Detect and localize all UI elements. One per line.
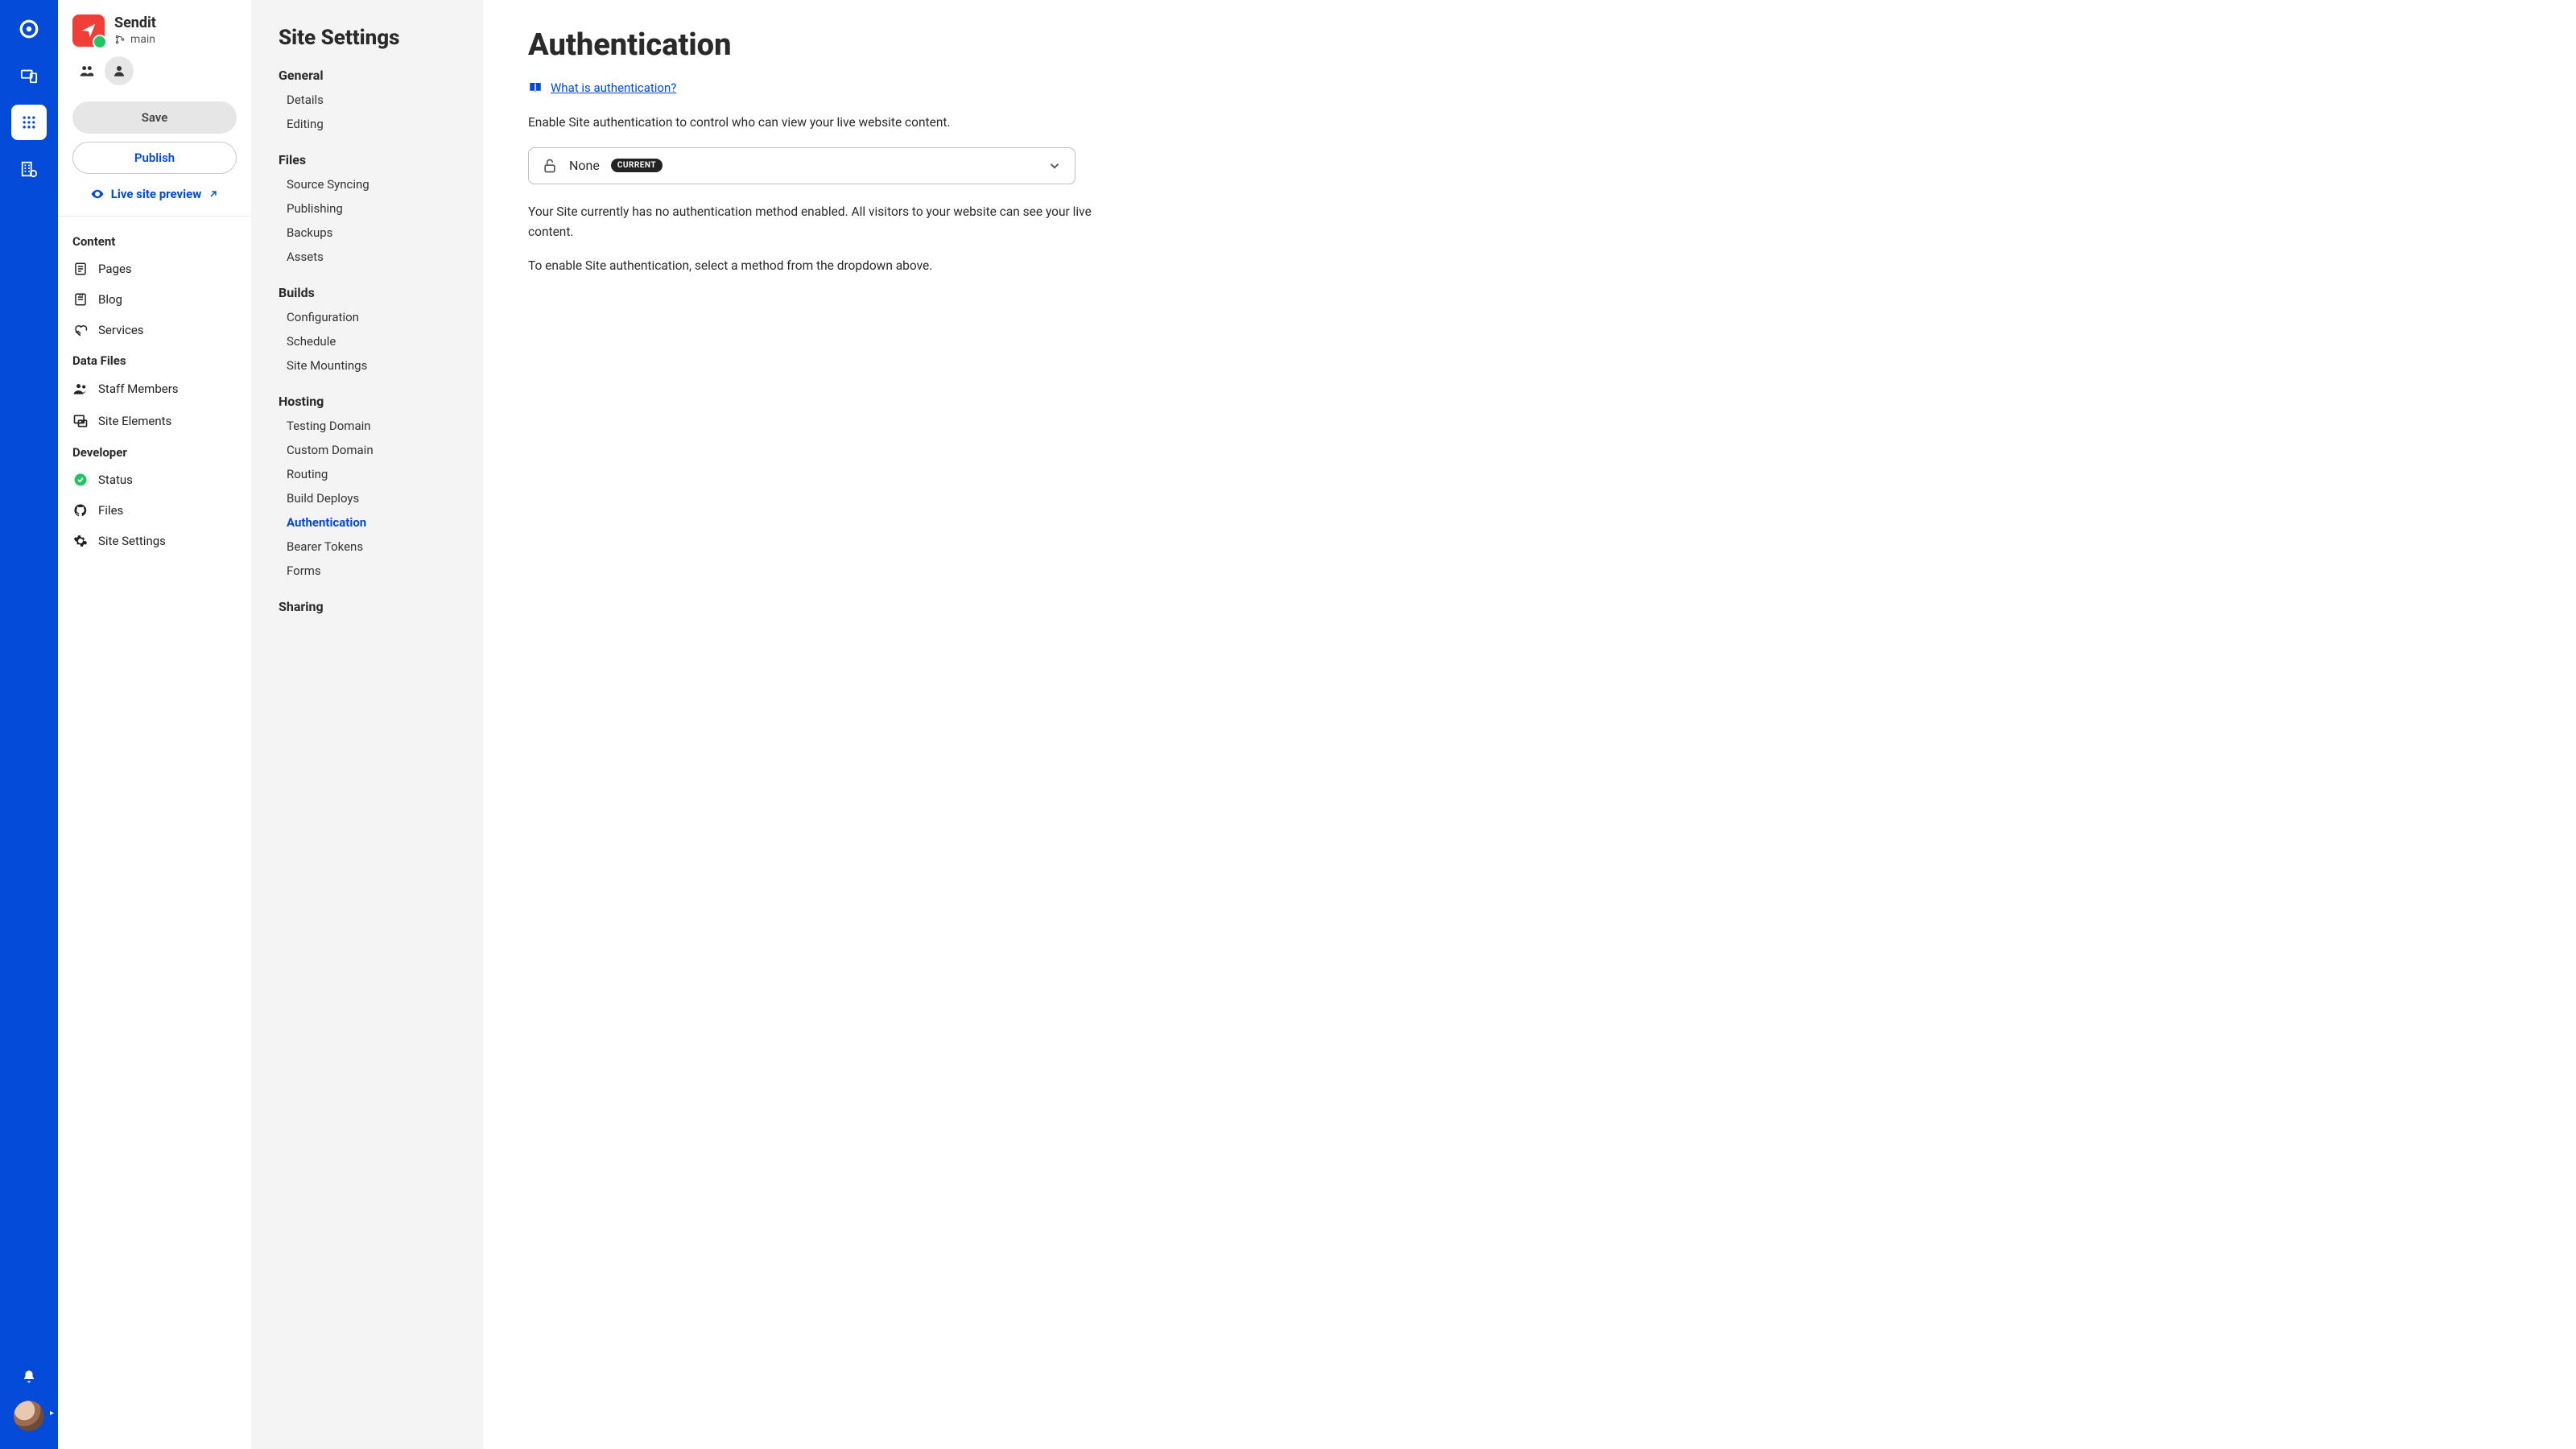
nav-item-site-elements[interactable]: Site Elements (58, 405, 251, 437)
gear-icon (72, 534, 89, 548)
nav-item-blog[interactable]: Blog (58, 284, 251, 315)
settings-title: Site Settings (279, 26, 469, 50)
settings-group: Files Source SyncingPublishingBackupsAsse… (279, 152, 469, 269)
nav-item-label: Site Settings (98, 534, 166, 548)
site-branch[interactable]: main (114, 33, 156, 46)
nav-item-label: Files (98, 503, 123, 518)
help-link-label: What is authentication? (551, 80, 676, 95)
main-content: Authentication What is authentication? E… (483, 0, 2576, 1449)
nav-item-label: Status (98, 473, 133, 487)
elements-icon (72, 413, 89, 429)
settings-link-forms[interactable]: Forms (279, 559, 469, 583)
nav-item-services[interactable]: Services (58, 315, 251, 345)
personal-scope-button[interactable] (105, 56, 134, 85)
settings-group-label: Hosting (279, 394, 469, 409)
publish-button[interactable]: Publish (72, 142, 237, 174)
settings-link-publishing[interactable]: Publishing (279, 196, 469, 221)
body-text-2: To enable Site authentication, select a … (528, 256, 1092, 276)
nav-item-status[interactable]: Status (58, 464, 251, 495)
settings-link-build-deploys[interactable]: Build Deploys (279, 486, 469, 510)
branch-label: main (130, 33, 155, 46)
eye-icon (90, 187, 105, 201)
nav-group-label: Content (58, 226, 251, 254)
services-icon (72, 323, 89, 337)
settings-group: Hosting Testing DomainCustom DomainRoutin… (279, 394, 469, 583)
nav-item-site-settings[interactable]: Site Settings (58, 526, 251, 556)
user-avatar[interactable] (14, 1401, 44, 1431)
body-text-1: Your Site currently has no authenticatio… (528, 202, 1092, 242)
settings-link-testing-domain[interactable]: Testing Domain (279, 414, 469, 438)
nav-item-label: Staff Members (98, 382, 179, 396)
org-settings-icon[interactable] (11, 151, 47, 187)
nav-group-label: Developer (58, 437, 251, 464)
live-preview-label: Live site preview (111, 187, 201, 201)
settings-link-custom-domain[interactable]: Custom Domain (279, 438, 469, 462)
apps-grid-icon[interactable] (11, 105, 47, 140)
settings-link-details[interactable]: Details (279, 88, 469, 112)
nav-item-files[interactable]: Files (58, 495, 251, 526)
live-preview-link[interactable]: Live site preview (72, 182, 237, 203)
nav-group-label: Data Files (58, 345, 251, 373)
auth-method-dropdown[interactable]: None CURRENT (528, 147, 1075, 184)
nav-item-label: Pages (98, 262, 132, 276)
settings-link-bearer-tokens[interactable]: Bearer Tokens (279, 535, 469, 559)
current-badge: CURRENT (611, 159, 663, 172)
settings-group-label: General (279, 68, 469, 83)
branch-icon (114, 34, 126, 45)
brand-logo-icon[interactable] (11, 11, 47, 47)
devices-icon[interactable] (11, 58, 47, 93)
settings-group: Sharing (279, 599, 469, 614)
settings-group-label: Builds (279, 285, 469, 300)
site-header: Sendit main (58, 0, 251, 56)
sidebar-nav: Content Pages Blog Services Data Files Staff … (58, 217, 251, 1449)
settings-link-assets[interactable]: Assets (279, 245, 469, 269)
page-icon (72, 262, 89, 276)
nav-item-staff-members[interactable]: Staff Members (58, 373, 251, 405)
settings-group: Builds ConfigurationScheduleSite Mounting… (279, 285, 469, 378)
status-icon (72, 473, 89, 487)
user-scope-toggle (58, 56, 251, 95)
person-icon (112, 64, 126, 78)
action-area: Save Publish Live site preview (58, 95, 251, 217)
nav-item-label: Blog (98, 292, 122, 307)
settings-panel: Site Settings General DetailsEditing Files… (251, 0, 483, 1449)
nav-item-label: Site Elements (98, 414, 171, 428)
settings-link-site-mountings[interactable]: Site Mountings (279, 353, 469, 378)
settings-group: General DetailsEditing (279, 68, 469, 136)
settings-link-routing[interactable]: Routing (279, 462, 469, 486)
book-icon (528, 80, 543, 95)
dropdown-value: None (569, 158, 600, 173)
chevron-down-icon (1047, 159, 1062, 173)
github-icon (72, 503, 89, 518)
staff-icon (72, 381, 89, 397)
external-link-icon (208, 188, 219, 200)
settings-link-backups[interactable]: Backups (279, 221, 469, 245)
page-heading: Authentication (528, 27, 2531, 63)
save-button[interactable]: Save (72, 101, 237, 134)
intro-text: Enable Site authentication to control wh… (528, 113, 1092, 133)
site-sidebar: Sendit main Save Publish Live site previ… (58, 0, 251, 1449)
people-icon (79, 63, 95, 79)
site-logo-icon[interactable] (72, 14, 105, 47)
site-name: Sendit (114, 14, 156, 31)
settings-group-label: Files (279, 152, 469, 167)
settings-link-configuration[interactable]: Configuration (279, 305, 469, 329)
settings-group-label: Sharing (279, 599, 469, 614)
unlock-icon (542, 158, 558, 174)
settings-link-editing[interactable]: Editing (279, 112, 469, 136)
app-rail (0, 0, 58, 1449)
nav-item-pages[interactable]: Pages (58, 254, 251, 284)
bell-icon[interactable] (11, 1359, 47, 1394)
help-link[interactable]: What is authentication? (528, 80, 676, 95)
settings-link-source-syncing[interactable]: Source Syncing (279, 172, 469, 196)
blog-icon (72, 292, 89, 307)
team-scope-button[interactable] (72, 56, 101, 85)
settings-link-schedule[interactable]: Schedule (279, 329, 469, 353)
settings-link-authentication[interactable]: Authentication (279, 510, 469, 535)
nav-item-label: Services (98, 323, 144, 337)
